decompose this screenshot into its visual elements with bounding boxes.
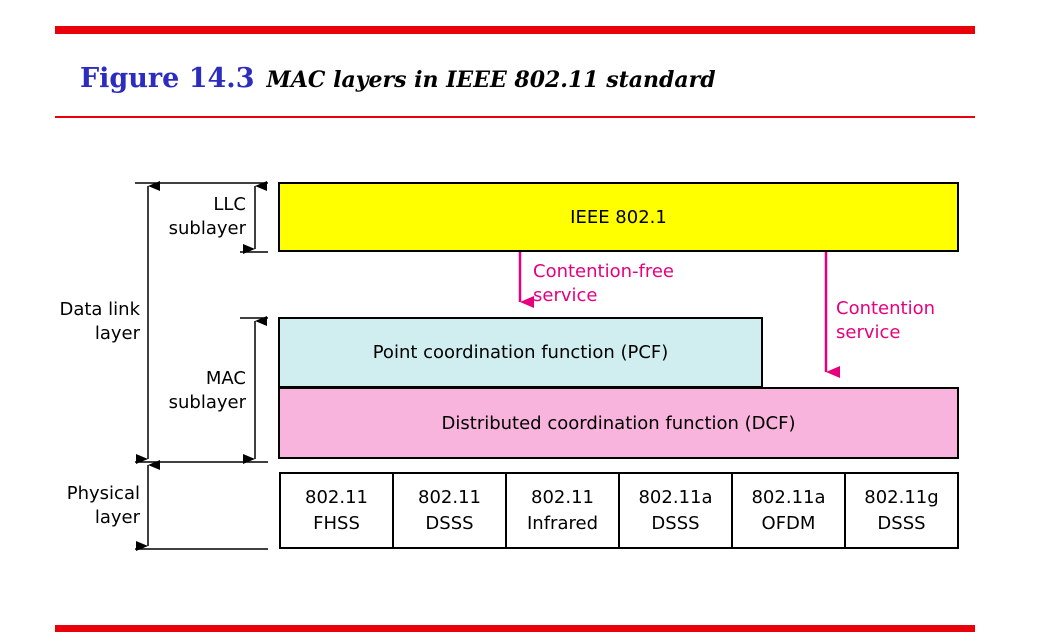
pcf-box: Point coordination function (PCF): [278, 317, 763, 388]
phy-cell: 802.11g DSSS: [846, 474, 957, 547]
pcf-label: Point coordination function (PCF): [372, 342, 669, 363]
phy-standard: 802.11: [531, 486, 594, 508]
phy-cell: 802.11 DSSS: [394, 474, 507, 547]
contention-free-service-label: Contention-free service: [533, 261, 674, 306]
phy-standard: 802.11a: [751, 486, 826, 508]
phy-standard: 802.11: [305, 486, 368, 508]
phy-technique: DSSS: [651, 512, 700, 534]
dcf-box: Distributed coordination function (DCF): [278, 387, 959, 459]
llc-sublayer-label: LLC sublayer: [168, 194, 246, 239]
phy-technique: FHSS: [313, 512, 360, 534]
phy-cell: 802.11a DSSS: [620, 474, 733, 547]
data-link-layer-label: Data link layer: [59, 299, 140, 344]
phy-technique: DSSS: [877, 512, 926, 534]
dcf-label: Distributed coordination function (DCF): [441, 412, 796, 434]
phy-technique: DSSS: [425, 512, 474, 534]
physical-layer-label: Physical layer: [66, 483, 140, 528]
phy-standard: 802.11g: [864, 486, 939, 508]
ieee-802-1-box: IEEE 802.1: [278, 182, 959, 252]
contention-service-label: Contention service: [836, 298, 936, 343]
phy-cell: 802.11 FHSS: [281, 474, 394, 547]
phy-technique: Infrared: [527, 512, 598, 534]
phy-cell: 802.11a OFDM: [733, 474, 846, 547]
phy-standard: 802.11a: [638, 486, 713, 508]
mac-sublayer-label: MAC sublayer: [168, 368, 246, 413]
ieee-802-1-label: IEEE 802.1: [570, 206, 667, 228]
phy-technique: OFDM: [761, 512, 816, 534]
phy-standard: 802.11: [418, 486, 481, 508]
phy-cell: 802.11 Infrared: [507, 474, 620, 547]
physical-layer-row: 802.11 FHSS 802.11 DSSS 802.11 Infrared 802…: [279, 472, 959, 549]
